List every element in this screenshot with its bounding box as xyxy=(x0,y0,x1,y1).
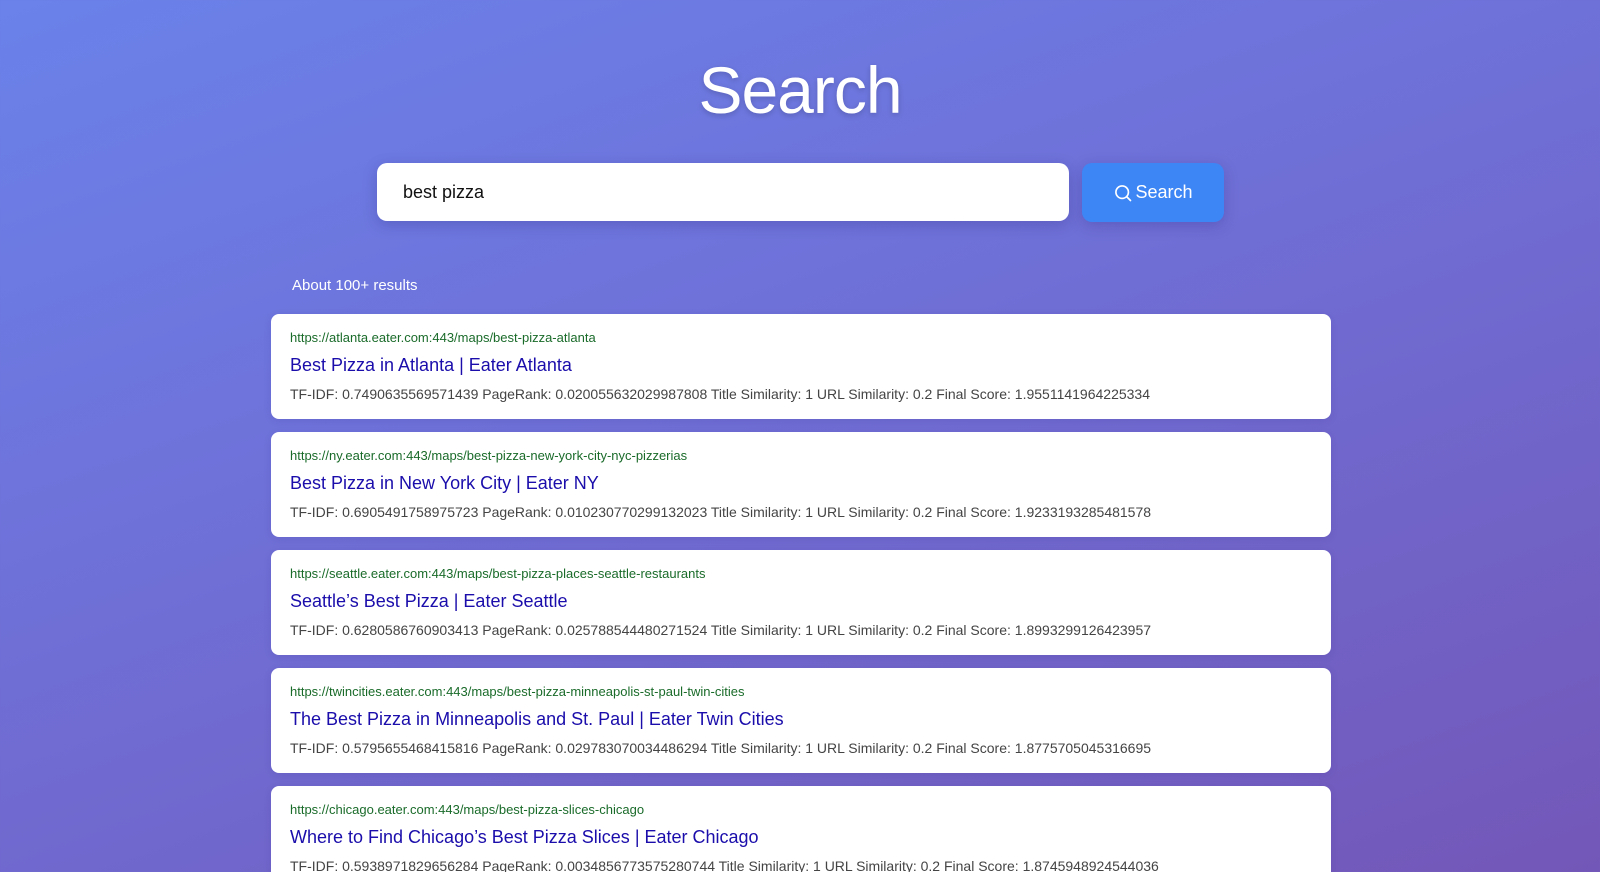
result-scores: TF-IDF: 0.6280586760903413 PageRank: 0.0… xyxy=(290,622,1152,638)
search-icon xyxy=(1113,183,1133,203)
results-list: https://atlanta.eater.com:443/maps/best-… xyxy=(271,314,1331,872)
search-input[interactable] xyxy=(377,163,1069,221)
result-url[interactable]: https://atlanta.eater.com:443/maps/best-… xyxy=(290,330,1312,346)
result-card: https://chicago.eater.com:443/maps/best-… xyxy=(271,786,1331,872)
result-url[interactable]: https://chicago.eater.com:443/maps/best-… xyxy=(290,802,1312,818)
result-card: https://seattle.eater.com:443/maps/best-… xyxy=(271,550,1331,655)
result-card: https://twincities.eater.com:443/maps/be… xyxy=(271,668,1331,773)
result-title-link[interactable]: Where to Find Chicago’s Best Pizza Slice… xyxy=(290,826,1312,848)
result-scores: TF-IDF: 0.6905491758975723 PageRank: 0.0… xyxy=(290,504,1152,520)
result-url[interactable]: https://seattle.eater.com:443/maps/best-… xyxy=(290,566,1312,582)
result-title-link[interactable]: Seattle’s Best Pizza | Eater Seattle xyxy=(290,590,1312,612)
result-url[interactable]: https://ny.eater.com:443/maps/best-pizza… xyxy=(290,448,1312,464)
results-count: About 100+ results xyxy=(292,277,418,294)
result-url[interactable]: https://twincities.eater.com:443/maps/be… xyxy=(290,684,1312,700)
result-scores: TF-IDF: 0.5938971829656284 PageRank: 0.0… xyxy=(290,858,1159,872)
result-title-link[interactable]: Best Pizza in Atlanta | Eater Atlanta xyxy=(290,354,1312,376)
search-button-label: Search xyxy=(1135,182,1193,202)
result-scores: TF-IDF: 0.7490635569571439 PageRank: 0.0… xyxy=(290,386,1151,402)
search-button[interactable]: Search xyxy=(1082,163,1224,222)
result-title-link[interactable]: Best Pizza in New York City | Eater NY xyxy=(290,472,1312,494)
page-title: Search xyxy=(698,53,902,127)
result-title-link[interactable]: The Best Pizza in Minneapolis and St. Pa… xyxy=(290,708,1312,730)
result-card: https://atlanta.eater.com:443/maps/best-… xyxy=(271,314,1331,419)
result-card: https://ny.eater.com:443/maps/best-pizza… xyxy=(271,432,1331,537)
result-scores: TF-IDF: 0.5795655468415816 PageRank: 0.0… xyxy=(290,740,1152,756)
